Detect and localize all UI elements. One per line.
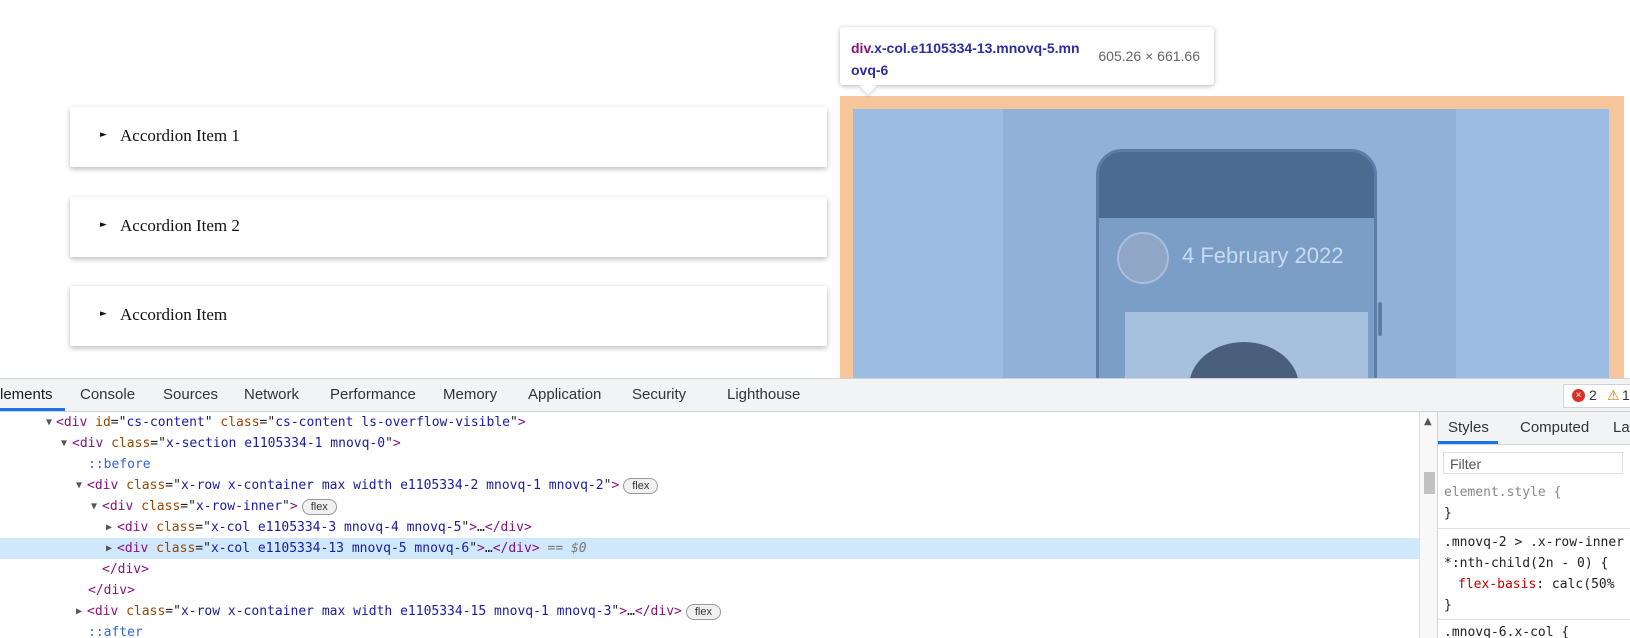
- flex-badge[interactable]: flex: [623, 477, 659, 494]
- tab-styles[interactable]: Styles: [1448, 419, 1489, 436]
- styles-filter-input[interactable]: Filter: [1443, 452, 1623, 474]
- inspect-tooltip: div.x-col.e1105334-13.mnovq-5.mnovq-6 60…: [840, 27, 1214, 95]
- tab-elements[interactable]: lements: [0, 386, 53, 403]
- inspect-highlight-content: 4 February 2022: [853, 109, 1609, 378]
- error-count: 2: [1589, 387, 1597, 403]
- styles-tabbar: Styles Computed Lay: [1438, 412, 1630, 445]
- styles-pane: Styles Computed Lay Filter element.style…: [1437, 412, 1630, 638]
- tab-computed[interactable]: Computed: [1520, 419, 1589, 436]
- dom-node[interactable]: ▼ <div id="cs-content" class="cs-content…: [0, 412, 1419, 433]
- tab-lighthouse[interactable]: Lighthouse: [727, 386, 800, 403]
- flex-badge[interactable]: flex: [301, 498, 337, 515]
- expand-triangle-icon[interactable]: ▶: [106, 538, 112, 559]
- tooltip-dimensions: 605.26 × 661.66: [1098, 48, 1200, 64]
- dom-tree: ▼ <div id="cs-content" class="cs-content…: [0, 412, 1419, 638]
- style-rule-selector[interactable]: .mnovq-2 > .x-row-inner: [1444, 532, 1624, 553]
- devtools-tabbar: lements Console Sources Network Performa…: [0, 379, 1630, 412]
- dom-close-tag[interactable]: </div>: [0, 559, 1419, 580]
- active-tab-indicator: [1438, 441, 1498, 444]
- tooltip-selector: div.x-col.e1105334-13.mnovq-5.mnovq-6: [851, 40, 1080, 78]
- dom-node[interactable]: ▶ <div class="x-row x-container max widt…: [0, 601, 1419, 622]
- style-rule-selector[interactable]: *:nth-child(2n - 0) {: [1444, 553, 1608, 574]
- dom-node-selected[interactable]: ▶ <div class="x-col e1105334-13 mnovq-5 …: [0, 538, 1419, 559]
- expand-triangle-icon: ►: [100, 130, 107, 140]
- dom-node[interactable]: ▼ <div class="x-row-inner"> flex: [0, 496, 1419, 517]
- accordion-item-1[interactable]: ► Accordion Item 1: [70, 107, 827, 167]
- scroll-up-icon[interactable]: ▲: [1424, 416, 1432, 427]
- error-icon: ×: [1572, 389, 1585, 402]
- tab-console[interactable]: Console: [80, 386, 135, 403]
- dom-node[interactable]: ▼ <div class="x-section e1105334-1 mnovq…: [0, 433, 1419, 454]
- dom-node[interactable]: ▶ <div class="x-col e1105334-3 mnovq-4 m…: [0, 517, 1419, 538]
- console-ref: == $0: [547, 541, 587, 556]
- flex-badge[interactable]: flex: [685, 603, 721, 620]
- issues-counter[interactable]: × 2 ⚠ 10: [1563, 384, 1630, 408]
- tab-network[interactable]: Network: [244, 386, 299, 403]
- collapse-triangle-icon[interactable]: ▼: [91, 496, 97, 517]
- page-viewport: ► Accordion Item 1 ► Accordion Item 2 ► …: [0, 0, 1630, 378]
- expand-triangle-icon[interactable]: ▶: [76, 601, 82, 622]
- tab-performance[interactable]: Performance: [330, 386, 416, 403]
- tab-sources[interactable]: Sources: [163, 386, 218, 403]
- expand-triangle-icon: ►: [100, 309, 107, 319]
- rule-divider: [1438, 528, 1630, 529]
- tab-security[interactable]: Security: [632, 386, 686, 403]
- warning-count: 10: [1622, 387, 1630, 403]
- tab-layout[interactable]: Lay: [1613, 419, 1630, 436]
- tab-application[interactable]: Application: [528, 386, 601, 403]
- collapse-triangle-icon[interactable]: ▼: [46, 412, 52, 433]
- style-rule-close: }: [1444, 506, 1452, 521]
- expand-triangle-icon[interactable]: ▶: [106, 517, 112, 538]
- active-tab-indicator: [0, 408, 65, 411]
- accordion-item-2[interactable]: ► Accordion Item 2: [70, 197, 827, 257]
- warning-icon: ⚠: [1607, 387, 1620, 403]
- expand-triangle-icon: ►: [100, 220, 107, 230]
- dom-close-tag[interactable]: </div>: [0, 580, 1419, 601]
- dom-tree-scrollbar[interactable]: ▲: [1419, 412, 1438, 638]
- devtools-panel: lements Console Sources Network Performa…: [0, 378, 1630, 638]
- avatar: [1117, 232, 1169, 284]
- dom-pseudo[interactable]: ::before: [0, 454, 1419, 475]
- style-rule-selector: element.style {: [1444, 485, 1562, 500]
- phone-mockup-image: 4 February 2022: [1096, 149, 1382, 378]
- accordion-item-label: Accordion Item 1: [120, 126, 240, 145]
- dom-pseudo[interactable]: ::after: [0, 622, 1419, 638]
- accordion-item-3[interactable]: ► Accordion Item: [70, 286, 827, 346]
- tab-memory[interactable]: Memory: [443, 386, 497, 403]
- accordion-item-label: Accordion Item: [120, 305, 228, 324]
- story-date: 4 February 2022: [1182, 243, 1344, 268]
- style-rule-close: }: [1444, 598, 1452, 613]
- style-rule-selector[interactable]: .mnovq-6.x-col {: [1444, 622, 1569, 638]
- collapse-triangle-icon[interactable]: ▼: [76, 475, 82, 496]
- collapse-triangle-icon[interactable]: ▼: [61, 433, 67, 454]
- scrollbar-thumb[interactable]: [1424, 472, 1435, 494]
- dom-node[interactable]: ▼ <div class="x-row x-container max widt…: [0, 475, 1419, 496]
- accordion-item-label: Accordion Item 2: [120, 216, 240, 235]
- style-declaration[interactable]: flex-basis: calc(50%: [1458, 574, 1615, 595]
- rule-divider: [1438, 619, 1630, 620]
